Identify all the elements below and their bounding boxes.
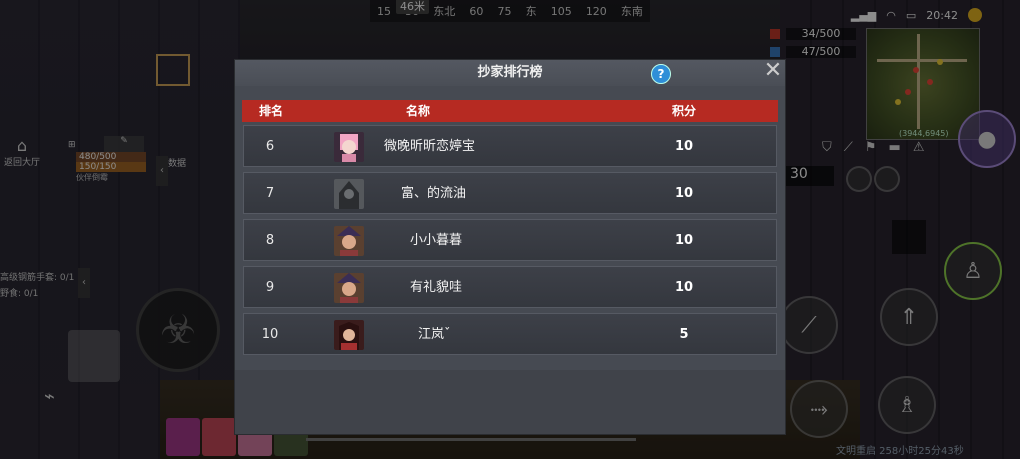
dialog-footer: [235, 370, 785, 434]
leaderboard-dialog: 抄家排行榜 ? ✕ 排名 名称 积分 6 微晚昕昕恋婷宝 10 7 富、的流油 …: [235, 60, 785, 434]
table-row: 6 微晚昕昕恋婷宝 10: [243, 125, 777, 167]
score-cell: 10: [674, 233, 694, 248]
score-cell: 10: [674, 280, 694, 295]
avatar-portrait: [334, 273, 364, 303]
player-name: 有礼貌哇: [410, 280, 463, 295]
player-avatar: [334, 132, 364, 162]
table-row: 9 有礼貌哇 10: [243, 266, 777, 308]
table-row: 10 江岚ˇ 5: [243, 313, 777, 355]
avatar-portrait: [334, 179, 364, 209]
player-name: 富、的流油: [401, 186, 467, 201]
player-avatar: [334, 179, 364, 209]
rank-cell: 8: [265, 233, 275, 248]
avatar-portrait: [334, 320, 364, 350]
score-cell: 10: [674, 186, 694, 201]
table-header: 排名 名称 积分: [242, 100, 778, 122]
column-name: 名称: [406, 104, 431, 118]
rank-cell: 7: [265, 186, 275, 201]
dialog-title: 抄家排行榜: [477, 65, 543, 80]
player-avatar: [334, 226, 364, 256]
player-avatar: [334, 320, 364, 350]
score-cell: 5: [679, 327, 689, 342]
rank-cell: 6: [265, 139, 275, 154]
table-row: 8 小小暮暮 10: [243, 219, 777, 261]
avatar-portrait: [334, 226, 364, 256]
rank-cell: 10: [261, 327, 279, 342]
column-rank: 排名: [259, 104, 284, 118]
table-row: 7 富、的流油 10: [243, 172, 777, 214]
rank-cell: 9: [265, 280, 275, 295]
score-cell: 10: [674, 139, 694, 154]
help-icon[interactable]: ?: [651, 64, 671, 84]
player-avatar: [334, 273, 364, 303]
avatar-portrait: [334, 132, 364, 162]
player-name: 小小暮暮: [410, 233, 463, 248]
close-icon[interactable]: ✕: [763, 60, 783, 82]
column-score: 积分: [672, 104, 697, 118]
player-name: 江岚ˇ: [418, 327, 451, 342]
player-name: 微晚昕昕恋婷宝: [384, 139, 476, 154]
